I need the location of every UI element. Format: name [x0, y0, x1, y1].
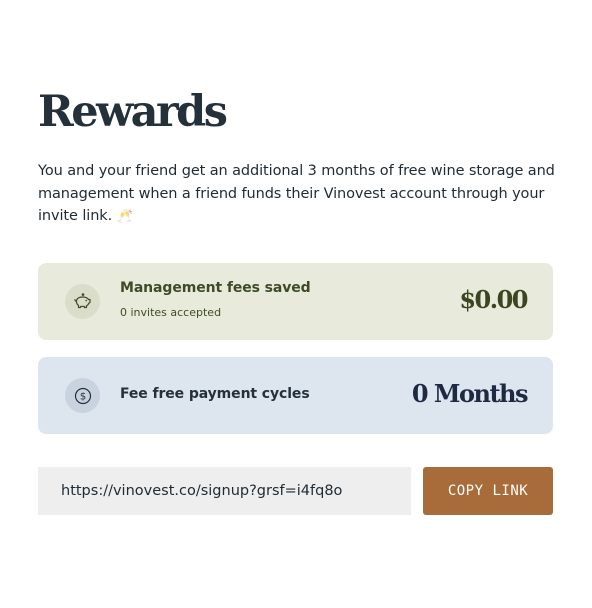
copy-link-button[interactable]: COPY LINK	[423, 467, 553, 515]
fees-saved-label: Management fees saved	[120, 280, 311, 296]
management-fees-card: Management fees saved 0 invites accepted…	[38, 263, 553, 340]
payment-cycles-card: $ Fee free payment cycles 0 Months	[38, 357, 553, 434]
description-text: You and your friend get an additional 3 …	[38, 163, 555, 224]
payment-cycles-label: Fee free payment cycles	[120, 386, 310, 402]
payment-cycles-value: 0 Months	[411, 379, 529, 408]
invite-link-field[interactable]	[38, 467, 411, 515]
fees-saved-amount: $0.00	[459, 285, 528, 314]
clinking-glasses-emoji: 🥂	[116, 209, 133, 224]
svg-text:$: $	[79, 391, 85, 402]
dollar-coin-icon: $	[65, 378, 100, 413]
invites-accepted-count: 0 invites accepted	[120, 306, 222, 319]
rewards-description: You and your friend get an additional 3 …	[38, 160, 558, 229]
page-title: Rewards	[38, 87, 228, 137]
piggy-bank-icon	[65, 284, 100, 319]
